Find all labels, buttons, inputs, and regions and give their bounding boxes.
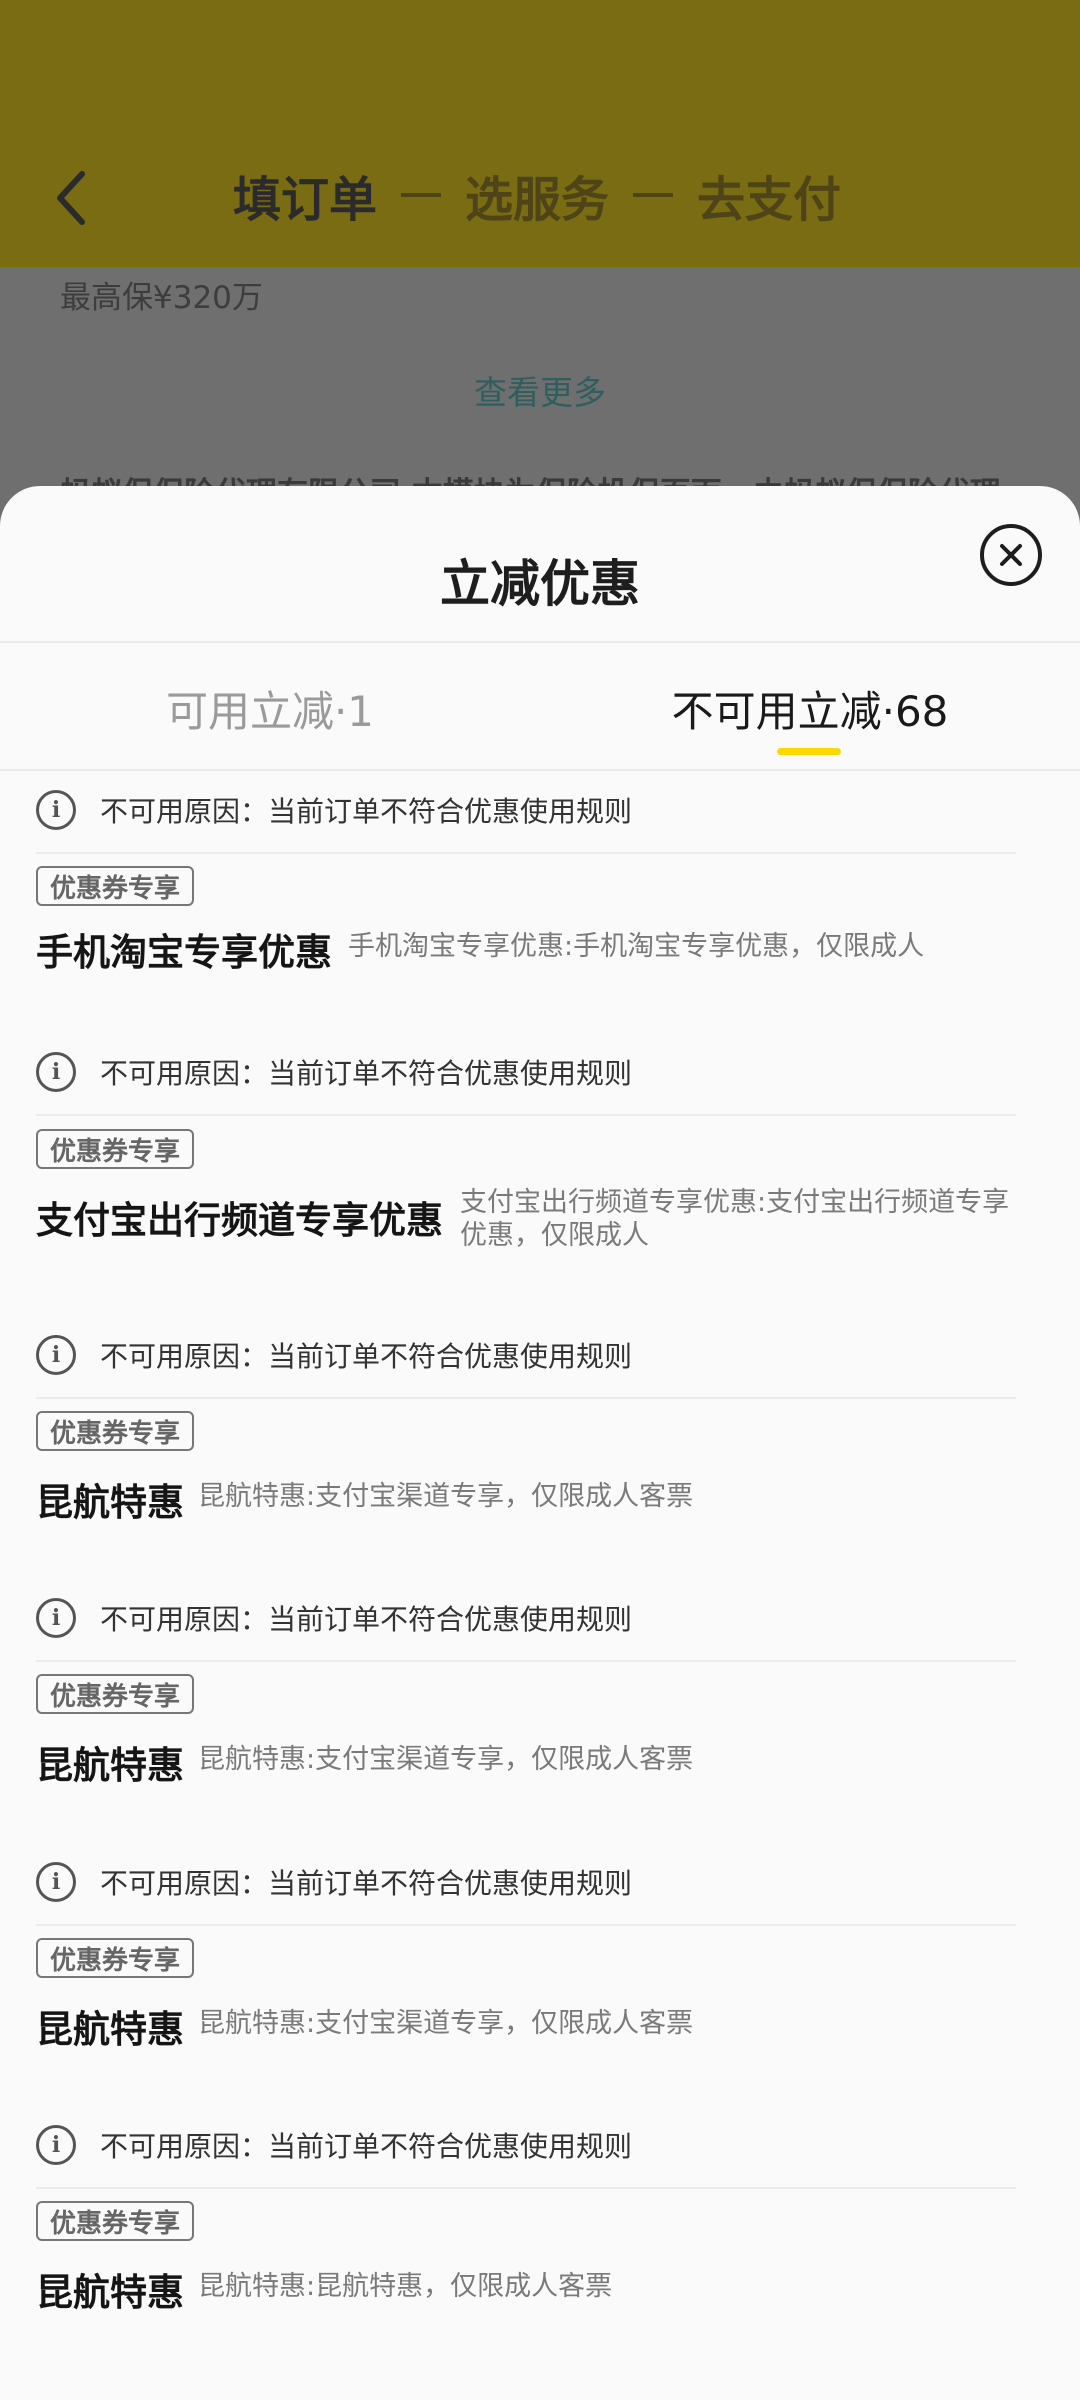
coupon-list[interactable]: i 不可用原因：当前订单不符合优惠使用规则 优惠券专享 手机淘宝专享优惠 手机淘… — [0, 772, 1080, 2400]
coupon-description: 手机淘宝专享优惠:手机淘宝专享优惠，仅限成人 — [348, 931, 925, 962]
item-separator — [36, 1114, 1016, 1116]
order-steps: 填订单 选服务 去支付 — [233, 160, 841, 230]
coupon-title: 昆航特惠 — [36, 2008, 184, 2051]
coupon-description: 支付宝出行频道专享优惠:支付宝出行频道专享优惠，仅限成人 — [460, 1187, 1010, 1251]
unavailable-reason: i 不可用原因：当前订单不符合优惠使用规则 — [36, 1335, 632, 1375]
info-icon: i — [36, 1598, 76, 1638]
step-divider — [401, 193, 442, 197]
info-icon: i — [36, 790, 76, 830]
coupon-title: 昆航特惠 — [36, 2271, 184, 2314]
coupon-description: 昆航特惠:支付宝渠道专享，仅限成人客票 — [198, 1744, 694, 1775]
close-icon[interactable] — [980, 524, 1042, 586]
unavailable-reason: i 不可用原因：当前订单不符合优惠使用规则 — [36, 1862, 632, 1902]
reason-text: 不可用原因：当前订单不符合优惠使用规则 — [100, 1057, 633, 1090]
discount-sheet: 立减优惠 可用立减·1 不可用立减·68 i 不可用原因：当前订单不符合优惠使用… — [0, 486, 1080, 2400]
active-tab-indicator — [777, 748, 841, 755]
coupon-badge: 优惠券专享 — [36, 2201, 195, 2241]
tab-bar: 可用立减·1 不可用立减·68 — [0, 643, 1080, 773]
info-icon: i — [36, 1335, 76, 1375]
coupon-badge: 优惠券专享 — [36, 1938, 195, 1978]
item-separator — [36, 2187, 1016, 2189]
reason-text: 不可用原因：当前订单不符合优惠使用规则 — [100, 2130, 633, 2163]
back-icon[interactable] — [48, 168, 98, 228]
coupon-badge: 优惠券专享 — [36, 1411, 195, 1451]
coupon-title: 手机淘宝专享优惠 — [36, 931, 332, 974]
reason-text: 不可用原因：当前订单不符合优惠使用规则 — [100, 795, 633, 828]
max-cover-text: 最高保¥320万 — [60, 280, 263, 316]
step-pay: 去支付 — [697, 172, 842, 228]
item-separator — [36, 1660, 1016, 1662]
tab-available[interactable]: 可用立减·1 — [0, 643, 540, 773]
divider — [0, 769, 1080, 771]
info-icon: i — [36, 1862, 76, 1902]
sheet-title: 立减优惠 — [440, 555, 640, 613]
coupon-description: 昆航特惠:支付宝渠道专享，仅限成人客票 — [198, 2008, 694, 2039]
item-separator — [36, 1924, 1016, 1926]
unavailable-reason: i 不可用原因：当前订单不符合优惠使用规则 — [36, 1052, 632, 1092]
coupon-badge: 优惠券专享 — [36, 1674, 195, 1714]
info-icon: i — [36, 1052, 76, 1092]
unavailable-reason: i 不可用原因：当前订单不符合优惠使用规则 — [36, 1598, 632, 1638]
coupon-title: 昆航特惠 — [36, 1481, 184, 1524]
coupon-title: 昆航特惠 — [36, 1744, 184, 1787]
reason-text: 不可用原因：当前订单不符合优惠使用规则 — [100, 1603, 633, 1636]
item-separator — [36, 1397, 1016, 1399]
coupon-title: 支付宝出行频道专享优惠 — [36, 1199, 443, 1242]
coupon-description: 昆航特惠:昆航特惠，仅限成人客票 — [198, 2271, 613, 2302]
step-divider — [633, 193, 674, 197]
reason-text: 不可用原因：当前订单不符合优惠使用规则 — [100, 1340, 633, 1373]
coupon-badge: 优惠券专享 — [36, 1129, 195, 1169]
step-select-service: 选服务 — [465, 172, 610, 228]
info-icon: i — [36, 2125, 76, 2165]
see-more-link[interactable]: 查看更多 — [0, 366, 1080, 414]
unavailable-reason: i 不可用原因：当前订单不符合优惠使用规则 — [36, 2125, 632, 2165]
item-separator — [36, 852, 1016, 854]
step-fill-order: 填订单 — [233, 172, 378, 228]
unavailable-reason: i 不可用原因：当前订单不符合优惠使用规则 — [36, 790, 632, 830]
coupon-description: 昆航特惠:支付宝渠道专享，仅限成人客票 — [198, 1481, 694, 1512]
reason-text: 不可用原因：当前订单不符合优惠使用规则 — [100, 1867, 633, 1900]
coupon-badge: 优惠券专享 — [36, 866, 195, 906]
